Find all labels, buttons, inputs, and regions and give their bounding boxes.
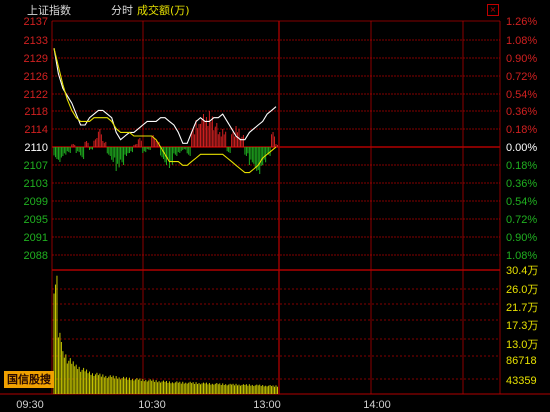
y-left-tick-label: 2114: [24, 124, 48, 136]
y-left-tick-label: 2091: [24, 232, 48, 244]
y-right-tick-label: 1.26%: [506, 16, 537, 28]
y-left-tick-label: 2129: [24, 53, 48, 65]
intraday-chart: 2137 2133 2129 2126 2122 2118 2114 2110 2107 2103…: [0, 16, 550, 411]
x-tick-label: 13:00: [253, 399, 281, 411]
y-left-tick-label: 2110: [24, 142, 48, 154]
y-right-tick-label: 0.90%: [506, 53, 537, 65]
y-left-tick-label: 2126: [24, 71, 48, 83]
y-left-tick-label: 2107: [24, 160, 48, 172]
y-right-tick-label: 0.18%: [506, 124, 537, 136]
y-right-tick-label: 1.08%: [506, 250, 537, 262]
y-right-tick-label: 0.18%: [506, 160, 537, 172]
y-left-tick-label: 2099: [24, 196, 48, 208]
y-right-tick-label: 0.72%: [506, 71, 537, 83]
x-tick-label: 14:00: [363, 399, 391, 411]
volume-tick-label: 43359: [506, 375, 537, 387]
y-right-tick-label: 0.36%: [506, 178, 537, 190]
volume-tick-label: 26.0万: [506, 284, 538, 296]
x-tick-label: 10:30: [138, 399, 166, 411]
y-left-tick-label: 2088: [24, 250, 48, 262]
y-right-tick-label: 1.08%: [506, 35, 537, 47]
volume-tick-label: 17.3万: [506, 320, 538, 332]
y-right-tick-label: 0.54%: [506, 89, 537, 101]
y-left-tick-label: 2095: [24, 214, 48, 226]
average-price-line: [53, 48, 277, 174]
y-right-tick-label: 0.00%: [506, 142, 537, 154]
y-left-tick-label: 2103: [24, 178, 48, 190]
volume-tick-label: 21.7万: [506, 302, 538, 314]
brand-logo: 国信股搜: [4, 371, 54, 388]
volume-tick-label: 13.0万: [506, 339, 538, 351]
y-right-tick-label: 0.54%: [506, 196, 537, 208]
y-left-tick-label: 2122: [24, 89, 48, 101]
y-left-tick-label: 2137: [24, 16, 48, 28]
y-right-tick-label: 0.72%: [506, 214, 537, 226]
y-right-tick-label: 0.90%: [506, 232, 537, 244]
y-right-tick-label: 0.36%: [506, 106, 537, 118]
volume-tick-label: 86718: [506, 355, 537, 367]
volume-tick-label: 30.4万: [506, 265, 538, 277]
y-left-tick-label: 2118: [24, 106, 48, 118]
y-left-tick-label: 2133: [24, 35, 48, 47]
x-tick-label: 09:30: [16, 399, 44, 411]
